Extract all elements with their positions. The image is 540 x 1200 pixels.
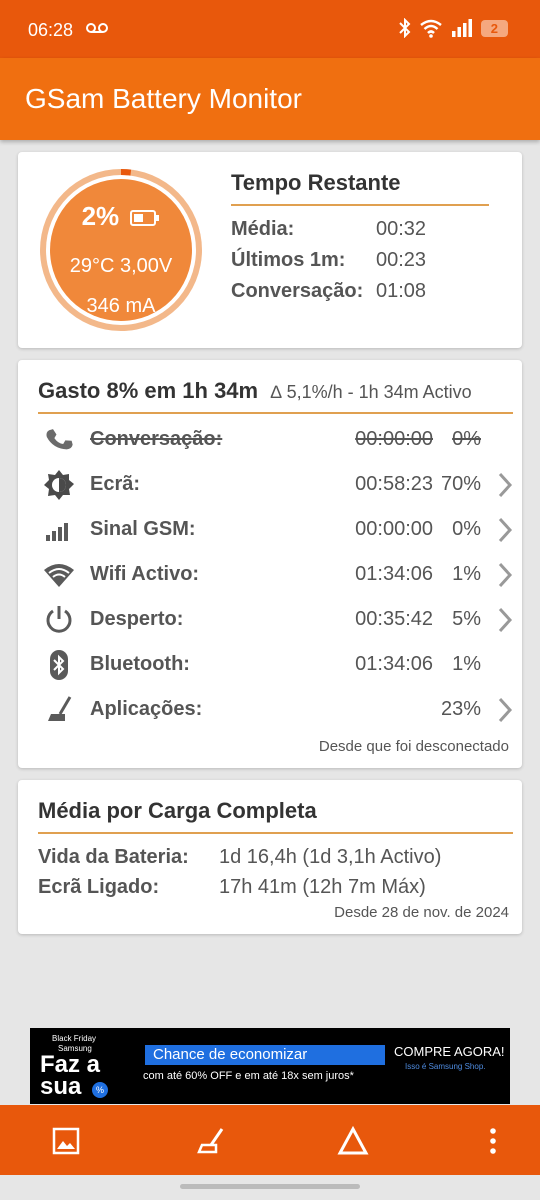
power-icon <box>46 606 72 633</box>
ad-banner[interactable]: Black Friday Samsung Faz a sua % Chance … <box>30 1028 510 1104</box>
status-bar: 06:28 2 <box>0 0 540 58</box>
cell-signal-icon <box>451 19 472 37</box>
bluetooth-icon <box>50 650 68 680</box>
ad-cta[interactable]: COMPRE AGORA! <box>394 1044 505 1059</box>
remaining-divider <box>231 204 489 206</box>
app-bar: GSam Battery Monitor <box>0 58 540 140</box>
remaining-row-talk: Conversação: 01:08 <box>231 280 427 302</box>
bottom-toolbar <box>0 1105 540 1175</box>
chevron-right-icon[interactable] <box>497 696 513 724</box>
battery-status-badge: 2 <box>480 19 508 37</box>
wifi-status-icon <box>419 19 442 38</box>
average-divider <box>38 832 513 834</box>
chevron-right-icon[interactable] <box>497 561 513 589</box>
remaining-card: 2% 29°C 3,00V 346 mA Tempo Restante Médi… <box>18 152 522 348</box>
phone-icon <box>46 429 73 450</box>
usage-row-wifi[interactable]: Wifi Activo: 01:34:06 1% <box>38 557 513 595</box>
average-footer: Desde 28 de nov. de 2024 <box>334 904 509 921</box>
usage-card: Gasto 8% em 1h 34m ∆ 5,1%/h - 1h 34m Act… <box>18 360 522 768</box>
broom-nav-icon[interactable] <box>194 1125 226 1157</box>
remaining-title: Tempo Restante <box>231 170 401 195</box>
ad-tag-top: Black Friday <box>52 1034 97 1043</box>
ad-percent-icon: % <box>92 1082 108 1098</box>
ad-subline: com até 60% OFF e em até 18x sem juros* <box>143 1070 354 1082</box>
wifi-icon <box>44 564 74 587</box>
usage-row-apps[interactable]: Aplicações: 23% <box>38 692 513 730</box>
average-row-screen: Ecrã Ligado: 17h 41m (12h 7m Máx) <box>38 876 426 898</box>
broom-icon <box>48 696 72 721</box>
average-row-life: Vida da Bateria: 1d 16,4h (1d 3,1h Activo… <box>38 846 442 868</box>
ad-headline: Chance de economizar <box>145 1045 385 1065</box>
usage-rate: ∆ 5,1%/h - 1h 34m Activo <box>270 382 472 402</box>
usage-row-awake[interactable]: Desperto: 00:35:42 5% <box>38 602 513 640</box>
usage-row-screen[interactable]: Ecrã: 00:58:23 70% <box>38 467 513 505</box>
usage-footer: Desde que foi desconectado <box>318 738 509 755</box>
chevron-right-icon[interactable] <box>497 471 513 499</box>
average-card: Média por Carga Completa Vida da Bateria… <box>18 780 522 934</box>
battery-percent: 2% <box>81 201 120 231</box>
battery-gauge[interactable]: 2% 29°C 3,00V 346 mA <box>38 167 204 333</box>
app-title: GSam Battery Monitor <box>25 83 302 114</box>
bluetooth-status-icon <box>399 18 411 38</box>
current-draw: 346 mA <box>86 295 156 317</box>
usage-divider <box>38 412 513 414</box>
status-time: 06:28 <box>28 20 74 40</box>
image-icon[interactable] <box>50 1125 82 1157</box>
delta-icon[interactable] <box>337 1125 369 1157</box>
remaining-row-avg: Média: 00:32 <box>231 218 427 240</box>
temp-voltage: 29°C 3,00V <box>69 255 173 277</box>
usage-row-gsm[interactable]: Sinal GSM: 00:00:00 0% <box>38 512 513 550</box>
more-options-icon[interactable] <box>477 1125 509 1157</box>
ad-cta-sub: Isso é Samsung Shop. <box>405 1062 486 1071</box>
gesture-handle[interactable] <box>180 1184 360 1189</box>
usage-row-talk: Conversação: 00:00:00 0% <box>38 422 513 460</box>
average-title: Média por Carga Completa <box>38 798 317 823</box>
ad-big-2: sua <box>40 1073 82 1100</box>
remaining-row-last: Últimos 1m: 00:23 <box>231 249 427 271</box>
usage-title: Gasto 8% em 1h 34m <box>38 378 259 403</box>
signal-icon <box>46 523 68 541</box>
battery-icon <box>130 210 160 227</box>
voicemail-icon <box>86 23 108 33</box>
chevron-right-icon[interactable] <box>497 516 513 544</box>
chevron-right-icon[interactable] <box>497 606 513 634</box>
usage-row-bluetooth: Bluetooth: 01:34:06 1% <box>38 647 513 685</box>
brightness-icon <box>44 470 74 500</box>
